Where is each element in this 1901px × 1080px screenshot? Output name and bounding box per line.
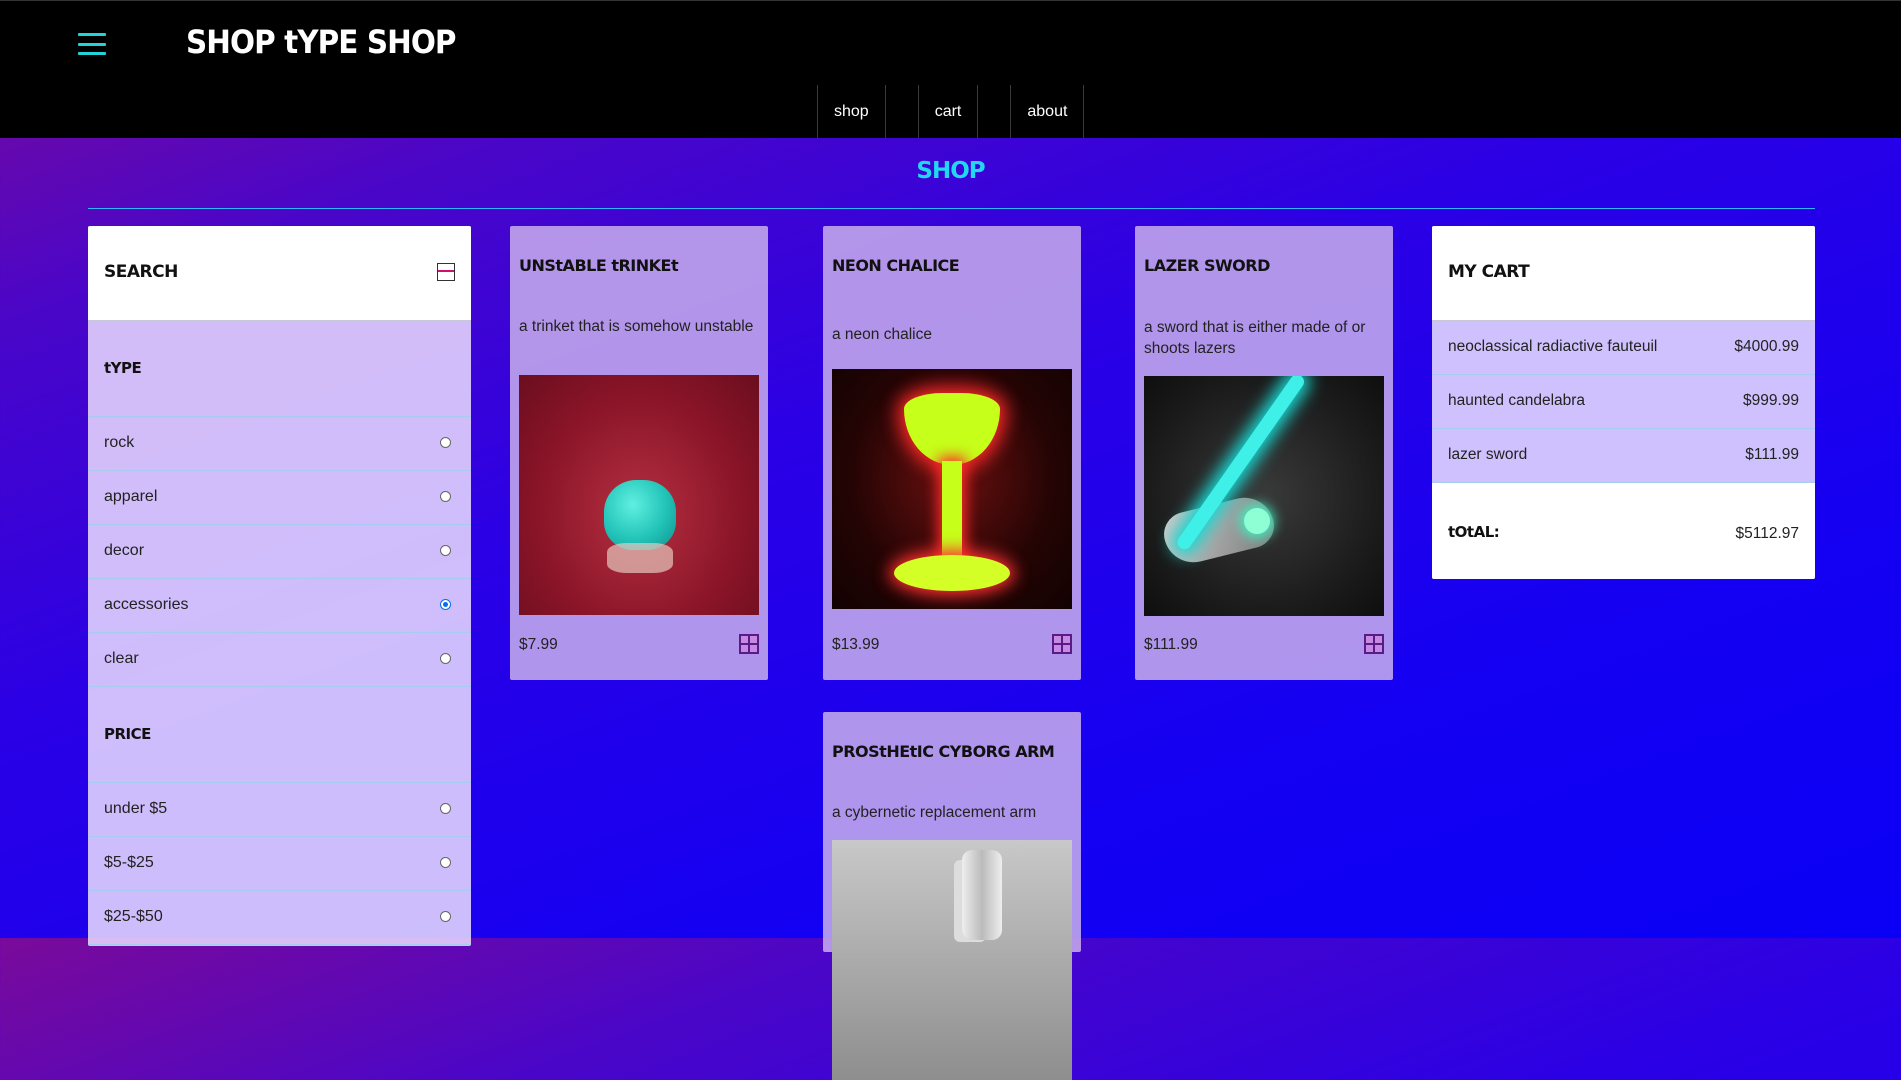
filter-option-label: $25-$50 xyxy=(104,908,163,925)
product-description: a trinket that is somehow unstable xyxy=(519,318,754,335)
filter-option-decor[interactable]: decor xyxy=(88,525,471,579)
filter-option-apparel[interactable]: apparel xyxy=(88,471,471,525)
radio-button[interactable] xyxy=(440,437,451,448)
cart-panel: MY CART neoclassical radiactive fauteuil… xyxy=(1432,226,1815,579)
page-title: SHOP xyxy=(916,158,985,184)
search-panel-header: SEARCH xyxy=(88,226,471,321)
type-filter-heading: tYPE xyxy=(88,321,471,417)
radio-button[interactable] xyxy=(440,491,451,502)
filter-option-25-50[interactable]: $25-$50 xyxy=(88,891,471,945)
filter-option-label: clear xyxy=(104,650,139,667)
radio-button[interactable] xyxy=(440,857,451,868)
product-card[interactable]: NEON CHALICE a neon chalice $13.99 xyxy=(823,226,1081,680)
filter-option-label: under $5 xyxy=(104,800,168,817)
product-image[interactable] xyxy=(832,369,1072,609)
cart-total: tOtAL: $5112.97 xyxy=(1432,483,1815,579)
search-panel-title: SEARCH xyxy=(104,262,178,282)
product-name[interactable]: PROStHEtIC CYBORG ARM xyxy=(832,742,1055,761)
filter-option-label: accessories xyxy=(104,596,189,613)
filter-option-label: apparel xyxy=(104,488,158,505)
product-card[interactable]: LAZER SWORD a sword that is either made … xyxy=(1135,226,1393,680)
add-to-cart-icon[interactable] xyxy=(1364,634,1384,654)
cart-item-price: $999.99 xyxy=(1742,392,1799,409)
collapse-icon[interactable] xyxy=(437,263,455,281)
filter-option-clear[interactable]: clear xyxy=(88,633,471,687)
cart-item-name: lazer sword xyxy=(1448,446,1528,463)
nav-shop[interactable]: shop xyxy=(817,85,886,138)
add-to-cart-icon[interactable] xyxy=(1052,634,1072,654)
site-title[interactable]: SHOP tYPE SHOP xyxy=(186,23,457,61)
main-nav: shop cart about xyxy=(817,85,1085,138)
product-card[interactable]: PROStHEtIC CYBORG ARM a cybernetic repla… xyxy=(823,712,1081,1080)
top-bar: SHOP tYPE SHOP shop cart about xyxy=(0,0,1901,138)
product-name[interactable]: UNStABLE tRINKEt xyxy=(519,256,679,275)
add-to-cart-icon[interactable] xyxy=(739,634,759,654)
product-card[interactable]: UNStABLE tRINKEt a trinket that is someh… xyxy=(510,226,768,680)
product-name[interactable]: NEON CHALICE xyxy=(832,256,960,275)
cart-title: MY CART xyxy=(1448,262,1530,282)
product-price: $7.99 xyxy=(519,636,558,653)
heading-divider xyxy=(88,208,1815,209)
nav-cart[interactable]: cart xyxy=(917,85,979,138)
cart-item[interactable]: lazer sword $111.99 xyxy=(1432,429,1815,483)
product-image[interactable] xyxy=(1144,376,1384,616)
cart-panel-header: MY CART xyxy=(1432,226,1815,321)
cart-item-name: haunted candelabra xyxy=(1448,392,1586,409)
cart-item-name: neoclassical radiactive fauteuil xyxy=(1448,338,1658,355)
product-price: $111.99 xyxy=(1144,636,1198,653)
radio-button[interactable] xyxy=(440,803,451,814)
filter-option-under-5[interactable]: under $5 xyxy=(88,783,471,837)
cart-total-value: $5112.97 xyxy=(1735,525,1800,542)
cart-item-price: $111.99 xyxy=(1745,446,1799,463)
product-description: a sword that is either made of or shoots… xyxy=(1144,319,1366,357)
cart-item-price: $4000.99 xyxy=(1734,338,1799,355)
type-filter-title: tYPE xyxy=(104,359,142,377)
filter-option-accessories[interactable]: accessories xyxy=(88,579,471,633)
filter-option-label: rock xyxy=(104,434,135,451)
nav-about[interactable]: about xyxy=(1010,85,1085,138)
product-price: $13.99 xyxy=(832,636,880,653)
filter-option-rock[interactable]: rock xyxy=(88,417,471,471)
cart-total-label: tOtAL: xyxy=(1448,523,1500,541)
radio-button[interactable] xyxy=(440,911,451,922)
radio-button-selected[interactable] xyxy=(440,599,451,610)
filter-option-label: decor xyxy=(104,542,145,559)
hamburger-menu-icon[interactable] xyxy=(78,33,106,55)
price-filter-title: PRICE xyxy=(104,725,151,743)
cart-item[interactable]: neoclassical radiactive fauteuil $4000.99 xyxy=(1432,321,1815,375)
product-description: a cybernetic replacement arm xyxy=(832,804,1037,821)
product-description: a neon chalice xyxy=(832,326,932,343)
product-image[interactable] xyxy=(519,375,759,615)
radio-button[interactable] xyxy=(440,545,451,556)
product-image[interactable] xyxy=(832,840,1072,1080)
search-panel: SEARCH tYPE rock apparel decor accessori… xyxy=(88,226,471,946)
filter-option-5-25[interactable]: $5-$25 xyxy=(88,837,471,891)
product-name[interactable]: LAZER SWORD xyxy=(1144,256,1270,275)
price-filter-heading: PRICE xyxy=(88,687,471,783)
cart-item[interactable]: haunted candelabra $999.99 xyxy=(1432,375,1815,429)
filter-option-label: $5-$25 xyxy=(104,854,154,871)
radio-button[interactable] xyxy=(440,653,451,664)
